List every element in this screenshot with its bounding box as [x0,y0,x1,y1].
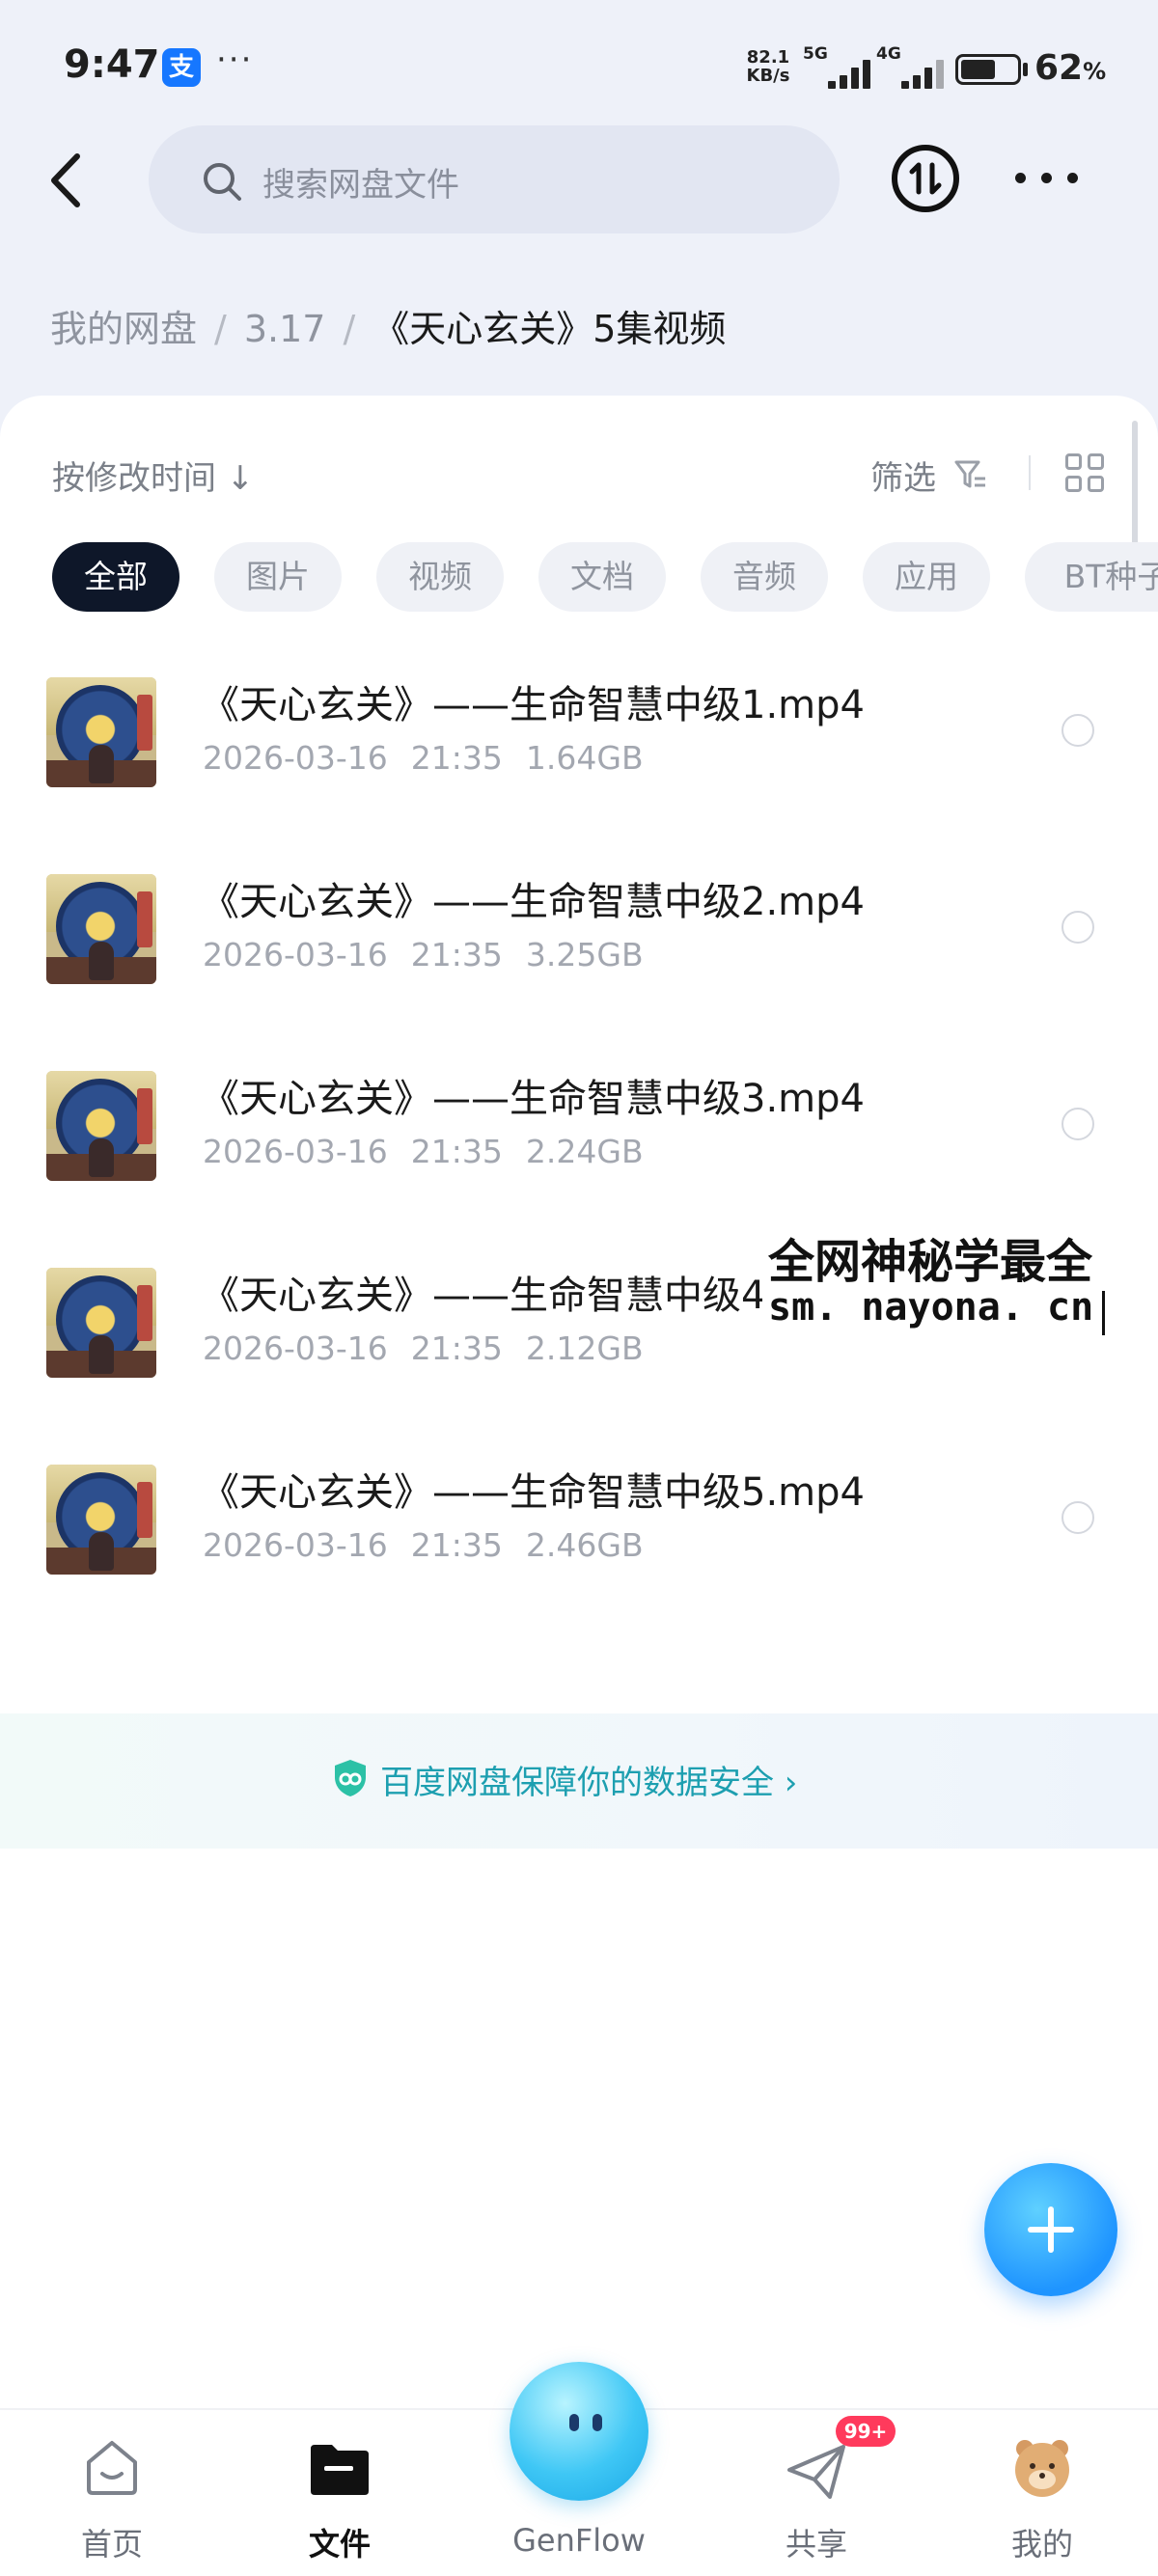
breadcrumb-current: 《天心玄关》5集视频 [372,308,727,350]
tab-images[interactable]: 图片 [214,542,342,612]
file-size: 3.25GB [525,936,644,973]
file-name: 《天心玄关》——生命智慧中级1.mp4 [201,683,865,727]
tab-videos[interactable]: 视频 [376,542,504,612]
select-checkbox[interactable] [1062,911,1094,944]
shield-icon [335,1760,366,1796]
file-size: 2.24GB [525,1133,644,1170]
genflow-button[interactable] [510,2362,648,2501]
file-name: 《天心玄关》——生命智慧中级3.mp4 [201,1077,865,1121]
tab-apps[interactable]: 应用 [863,542,990,612]
filter-icon[interactable] [953,457,988,492]
more-notifications-icon: ··· [216,41,254,79]
sort-button[interactable]: 按修改时间 ↓ [52,452,254,499]
file-date: 2026-03-16 [203,1329,388,1367]
category-tabs: 全部 图片 视频 文档 音频 应用 BT种子 [0,542,1158,614]
breadcrumb-root[interactable]: 我的网盘 [50,308,197,350]
breadcrumb: 我的网盘/3.17/《天心玄关》5集视频 [50,308,727,350]
transfer-button[interactable] [892,145,959,212]
file-row[interactable]: 《天心玄关》——生命智慧中级3.mp4 2026-03-16 21:35 2.24GB [0,1052,1158,1248]
file-name: 《天心玄关》——生命智慧中级2.mp4 [201,880,865,924]
more-options-button[interactable] [1015,159,1079,198]
file-date: 2026-03-16 [203,936,388,973]
folder-icon [311,2445,369,2495]
video-thumbnail [46,1268,156,1378]
security-banner[interactable]: 百度网盘保障你的数据安全 › [0,1713,1158,1849]
breadcrumb-folder[interactable]: 3.17 [244,308,326,350]
chevron-left-icon [51,153,80,207]
select-checkbox[interactable] [1062,1108,1094,1140]
search-input[interactable]: 搜索网盘文件 [149,125,840,233]
file-time: 21:35 [410,936,503,973]
filter-button[interactable]: 筛选 [870,452,936,499]
watermark-line-1: 全网神秘学最全 [768,1235,1093,1289]
file-row[interactable]: 《天心玄关》——生命智慧中级5.mp4 2026-03-16 21:35 2.46GB [0,1445,1158,1642]
file-date: 2026-03-16 [203,1133,388,1170]
select-checkbox[interactable] [1062,1501,1094,1534]
video-thumbnail [46,874,156,984]
file-time: 21:35 [410,739,503,777]
nav-home[interactable]: 首页 [35,2408,189,2576]
transfer-icon [909,162,942,195]
tab-audio[interactable]: 音频 [701,542,828,612]
video-thumbnail [46,1071,156,1181]
file-size: 2.12GB [525,1329,644,1367]
toolbar-divider [1029,455,1031,490]
file-meta: 2026-03-16 21:35 2.24GB [203,1133,667,1170]
watermark-line-2: sm. nayona. cn [768,1285,1094,1329]
file-time: 21:35 [410,1133,503,1170]
paper-plane-icon [787,2445,845,2499]
file-row[interactable]: 《天心玄关》——生命智慧中级1.mp4 2026-03-16 21:35 1.64GB [0,658,1158,855]
home-icon [87,2441,137,2495]
file-time: 21:35 [410,1329,503,1367]
video-thumbnail [46,677,156,787]
file-meta: 2026-03-16 21:35 1.64GB [203,739,667,777]
file-time: 21:35 [410,1526,503,1564]
file-size: 1.64GB [525,739,644,777]
file-row[interactable]: 《天心玄关》——生命智慧中级2.mp4 2026-03-16 21:35 3.25GB [0,855,1158,1052]
nav-me[interactable]: 我的 [965,2408,1119,2576]
search-placeholder: 搜索网盘文件 [262,166,459,205]
add-button[interactable] [984,2163,1117,2296]
grid-view-icon[interactable] [1065,453,1106,494]
file-meta: 2026-03-16 21:35 2.12GB [203,1329,667,1367]
status-time: 9:47 [64,42,160,87]
share-badge: 99+ [836,2416,896,2447]
tab-documents[interactable]: 文档 [538,542,666,612]
network-speed: 82.1 KB/s [746,47,790,86]
file-meta: 2026-03-16 21:35 3.25GB [203,936,667,973]
alipay-notification-icon: 支 [162,48,201,87]
nav-genflow-label[interactable]: GenFlow [482,2522,676,2559]
avatar [1015,2440,1069,2497]
status-bar: 9:47 支 ··· 82.1 KB/s 5G 4G 62% [0,0,1158,135]
tab-all[interactable]: 全部 [52,542,179,612]
watermark-overlay: 全网神秘学最全 sm. nayona. cn [762,1223,1158,1343]
battery-icon [955,54,1021,85]
security-banner-text: 百度网盘保障你的数据安全 › [380,1764,798,1802]
nav-files[interactable]: 文件 [262,2408,417,2576]
file-date: 2026-03-16 [203,1526,388,1564]
file-date: 2026-03-16 [203,739,388,777]
video-thumbnail [46,1465,156,1575]
file-size: 2.46GB [525,1526,644,1564]
file-meta: 2026-03-16 21:35 2.46GB [203,1526,667,1564]
tab-bt-torrents[interactable]: BT种子 [1025,542,1158,612]
battery-percent: 62% [1034,48,1107,88]
file-name: 《天心玄关》——生命智慧中级5.mp4 [201,1470,865,1515]
select-checkbox[interactable] [1062,714,1094,747]
search-icon [204,163,241,201]
back-button[interactable] [44,152,91,208]
